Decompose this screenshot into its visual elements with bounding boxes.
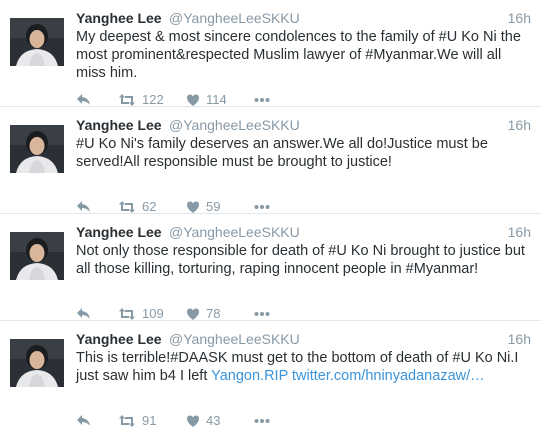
tweet-text: #U Ko Ni's family deserves an answer.We … xyxy=(76,135,531,171)
tweet[interactable]: Yanghee Lee @YangheeLeeSKKU 16h My deepe… xyxy=(0,0,541,107)
tweet-actions: 62 59 xyxy=(76,199,376,215)
tweet[interactable]: Yanghee Lee @YangheeLeeSKKU 16h This is … xyxy=(0,321,541,431)
author-handle[interactable]: @YangheeLeeSKKU xyxy=(169,331,300,347)
retweet-count: 122 xyxy=(142,92,164,107)
avatar[interactable] xyxy=(10,339,64,387)
retweet-count: 91 xyxy=(142,413,157,428)
like-count: 43 xyxy=(206,413,221,428)
retweet-button[interactable]: 62 xyxy=(118,199,156,215)
retweet-count: 62 xyxy=(142,199,157,214)
tweet-header: Yanghee Lee @YangheeLeeSKKU 16h xyxy=(76,222,531,242)
retweet-icon xyxy=(118,307,136,321)
more-button[interactable] xyxy=(254,92,270,108)
like-button[interactable]: 78 xyxy=(186,306,220,322)
retweet-button[interactable]: 122 xyxy=(118,92,164,108)
author-name[interactable]: Yanghee Lee xyxy=(76,10,162,26)
reply-button[interactable] xyxy=(76,92,92,108)
reply-button[interactable] xyxy=(76,306,92,322)
avatar[interactable] xyxy=(10,18,64,66)
retweet-icon xyxy=(118,414,136,428)
tweet-timeline: Yanghee Lee @YangheeLeeSKKU 16h My deepe… xyxy=(0,0,541,431)
like-count: 114 xyxy=(206,92,227,107)
tweet-content: Yanghee Lee @YangheeLeeSKKU 16h #U Ko Ni… xyxy=(76,115,531,214)
author-name[interactable]: Yanghee Lee xyxy=(76,117,162,133)
tweet-timestamp[interactable]: 16h xyxy=(508,8,531,28)
tweet-text-body: My deepest & most sincere condolences to… xyxy=(76,29,521,81)
tweet-text: Not only those responsible for death of … xyxy=(76,242,531,278)
reply-button[interactable] xyxy=(76,413,92,429)
tweet-timestamp[interactable]: 16h xyxy=(508,222,531,242)
tweet-content: Yanghee Lee @YangheeLeeSKKU 16h This is … xyxy=(76,329,531,428)
tweet-text-body: Not only those responsible for death of … xyxy=(76,243,525,277)
tweet-actions: 122 114 xyxy=(76,92,376,108)
tweet-content: Yanghee Lee @YangheeLeeSKKU 16h My deepe… xyxy=(76,8,531,107)
tweet-actions: 91 43 xyxy=(76,413,376,429)
author-handle[interactable]: @YangheeLeeSKKU xyxy=(169,10,300,26)
heart-icon xyxy=(186,200,200,214)
like-count: 59 xyxy=(206,199,221,214)
more-button[interactable] xyxy=(254,413,270,429)
tweet-header: Yanghee Lee @YangheeLeeSKKU 16h xyxy=(76,8,531,28)
author-handle[interactable]: @YangheeLeeSKKU xyxy=(169,117,300,133)
tweet-timestamp[interactable]: 16h xyxy=(508,329,531,349)
like-count: 78 xyxy=(206,306,221,321)
tweet-actions: 109 78 xyxy=(76,306,376,322)
author-handle[interactable]: @YangheeLeeSKKU xyxy=(169,224,300,240)
tweet-text-body: #U Ko Ni's family deserves an answer.We … xyxy=(76,136,488,170)
more-dots-icon xyxy=(254,418,270,424)
tweet-timestamp[interactable]: 16h xyxy=(508,115,531,135)
heart-icon xyxy=(186,414,200,428)
retweet-icon xyxy=(118,93,136,107)
reply-icon xyxy=(76,307,92,321)
tweet-text: My deepest & most sincere condolences to… xyxy=(76,28,531,82)
tweet-header: Yanghee Lee @YangheeLeeSKKU 16h xyxy=(76,115,531,135)
heart-icon xyxy=(186,307,200,321)
tweet-text: This is terrible!#DAASK must get to the … xyxy=(76,349,531,385)
tweet-content: Yanghee Lee @YangheeLeeSKKU 16h Not only… xyxy=(76,222,531,321)
retweet-icon xyxy=(118,200,136,214)
author-name[interactable]: Yanghee Lee xyxy=(76,331,162,347)
reply-icon xyxy=(76,93,92,107)
retweet-button[interactable]: 91 xyxy=(118,413,156,429)
more-button[interactable] xyxy=(254,199,270,215)
tweet-link[interactable]: Yangon.RIP twitter.com/hninyadanazaw/… xyxy=(211,368,485,384)
heart-icon xyxy=(186,93,200,107)
avatar[interactable] xyxy=(10,232,64,280)
more-dots-icon xyxy=(254,97,270,103)
retweet-count: 109 xyxy=(142,306,164,321)
author-name[interactable]: Yanghee Lee xyxy=(76,224,162,240)
reply-icon xyxy=(76,200,92,214)
tweet[interactable]: Yanghee Lee @YangheeLeeSKKU 16h #U Ko Ni… xyxy=(0,107,541,214)
more-dots-icon xyxy=(254,311,270,317)
tweet-header: Yanghee Lee @YangheeLeeSKKU 16h xyxy=(76,329,531,349)
like-button[interactable]: 59 xyxy=(186,199,220,215)
reply-icon xyxy=(76,414,92,428)
reply-button[interactable] xyxy=(76,199,92,215)
avatar[interactable] xyxy=(10,125,64,173)
more-dots-icon xyxy=(254,204,270,210)
more-button[interactable] xyxy=(254,306,270,322)
like-button[interactable]: 43 xyxy=(186,413,220,429)
tweet[interactable]: Yanghee Lee @YangheeLeeSKKU 16h Not only… xyxy=(0,214,541,321)
like-button[interactable]: 114 xyxy=(186,92,227,108)
retweet-button[interactable]: 109 xyxy=(118,306,164,322)
